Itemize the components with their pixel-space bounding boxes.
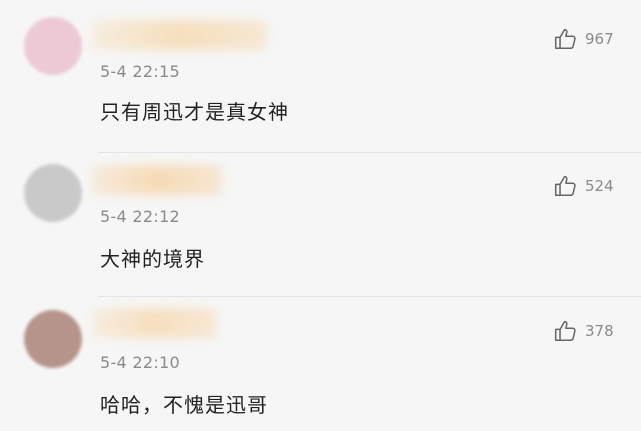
- avatar[interactable]: [24, 164, 82, 222]
- like-count: 378: [585, 322, 614, 340]
- comment-text: 只有周迅才是真女神: [100, 100, 289, 124]
- comment-time: 5-4 22:15: [100, 62, 181, 81]
- like-button[interactable]: 967: [553, 26, 617, 52]
- comment-time: 5-4 22:12: [100, 207, 181, 226]
- thumbs-up-icon: [553, 173, 579, 199]
- like-count: 524: [585, 177, 614, 195]
- comment-item: 5-4 22:12 大神的境界 524: [0, 145, 641, 297]
- avatar[interactable]: [24, 310, 82, 368]
- username-blurred[interactable]: [92, 165, 222, 195]
- comment-time: 5-4 22:10: [100, 353, 181, 372]
- comment-item: 5-4 22:15 只有周迅才是真女神 967: [0, 0, 641, 153]
- like-button[interactable]: 524: [553, 173, 617, 199]
- comment-item: 5-4 22:10 哈哈，不愧是迅哥 378: [0, 288, 641, 431]
- thumbs-up-icon: [553, 318, 579, 344]
- thumbs-up-icon: [553, 26, 579, 52]
- username-blurred[interactable]: [92, 20, 267, 50]
- avatar[interactable]: [24, 17, 82, 75]
- like-count: 967: [585, 30, 614, 48]
- comment-text: 哈哈，不愧是迅哥: [100, 393, 268, 417]
- comment-text: 大神的境界: [100, 247, 205, 271]
- like-button[interactable]: 378: [553, 318, 617, 344]
- username-blurred[interactable]: [92, 308, 217, 338]
